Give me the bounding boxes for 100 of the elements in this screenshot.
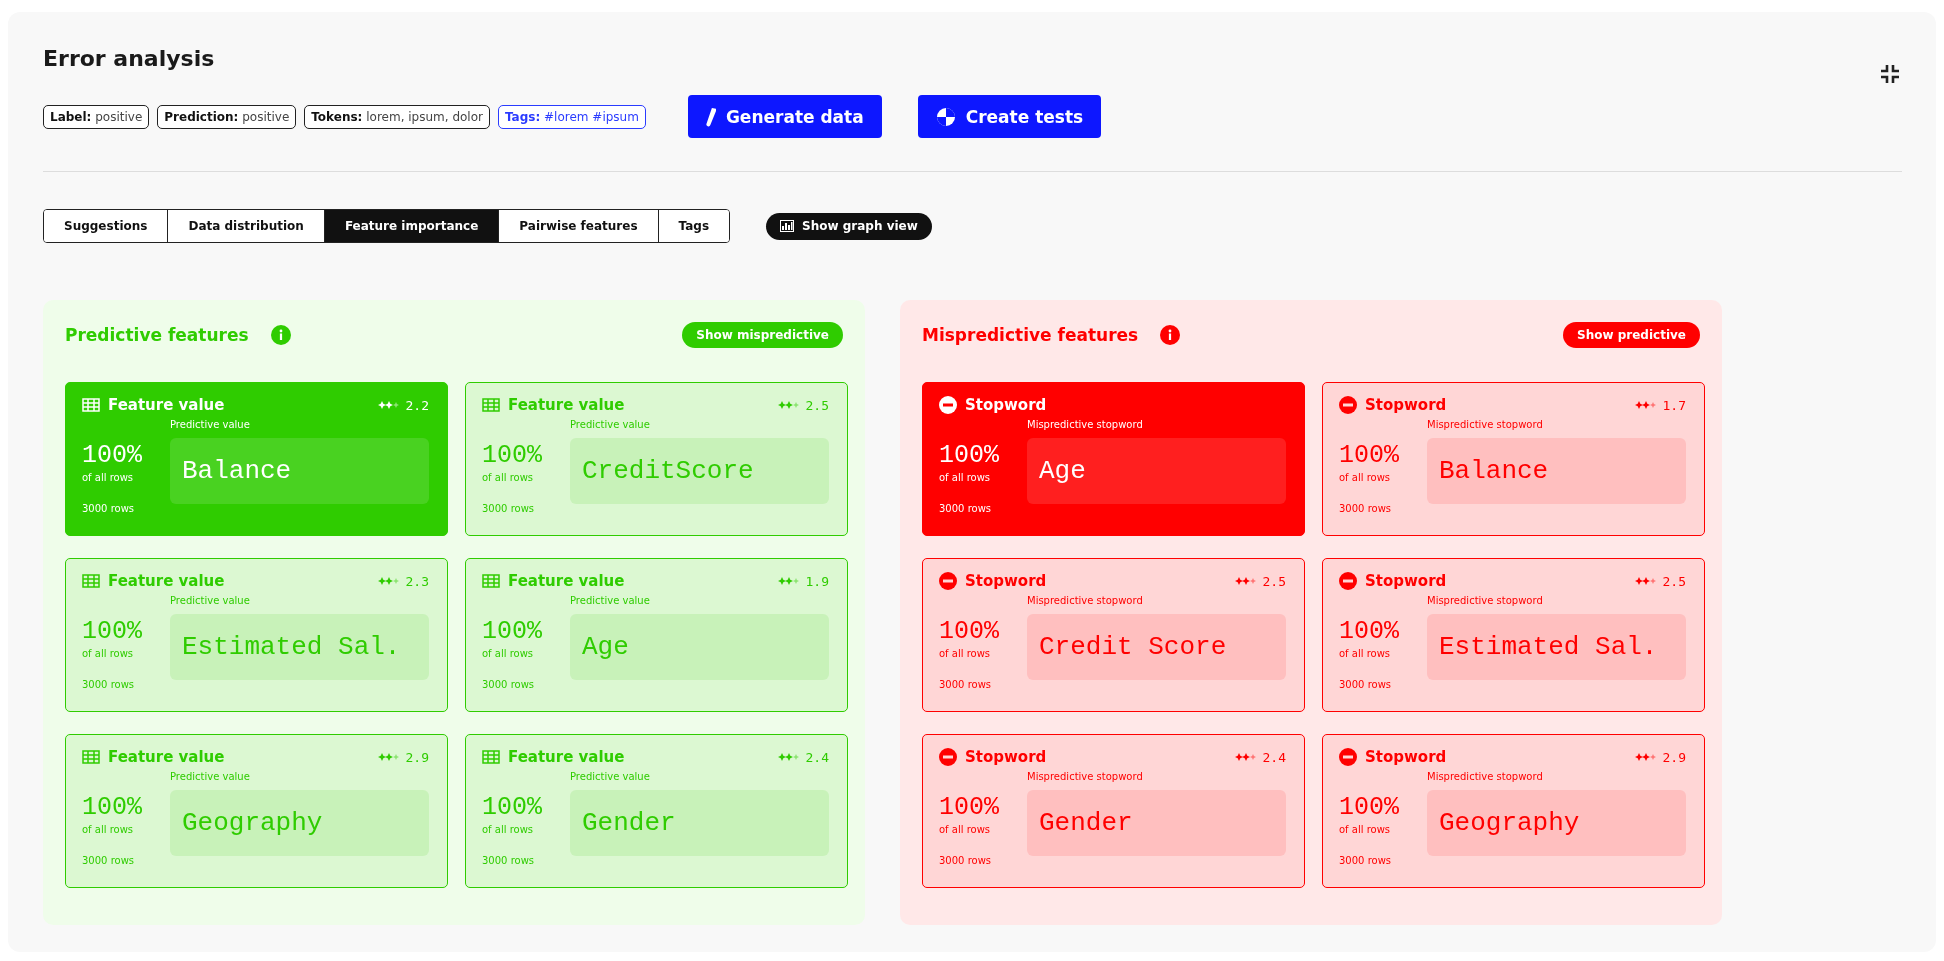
feature-card[interactable]: Stopword 100% of all rows 3000 rows Mispredictive stopword Age	[922, 382, 1305, 536]
importance-score: 2.4	[1262, 749, 1286, 765]
feature-value: Estimated Sal.	[1427, 614, 1686, 680]
panel-title: Mispredictive features	[922, 325, 1139, 345]
toggle-button[interactable]: Show mispredictive	[682, 322, 843, 348]
row-count: 3000 rows	[939, 679, 993, 690]
feature-value: Credit Score	[1027, 614, 1286, 680]
feature-card[interactable]: Stopword 2.4 100% of all rows 3000 rows Mispredictive stopword Gender	[922, 734, 1305, 888]
feature-value: Balance	[1427, 438, 1686, 504]
tag-chip[interactable]: Tags: #lorem #ipsum	[497, 104, 646, 129]
feature-value: Age	[1027, 438, 1286, 504]
value-label: Predictive value	[170, 595, 251, 606]
table-icon	[82, 750, 100, 764]
row-count: 3000 rows	[82, 855, 136, 866]
sparkle-icon	[777, 401, 800, 409]
page-title: Error analysis	[43, 46, 215, 71]
percentage-caption: of all rows	[82, 824, 135, 835]
percentage: 100%	[482, 441, 543, 470]
feature-value: CreditScore	[570, 438, 829, 504]
importance-score: 2.3	[405, 573, 429, 589]
toggle-button[interactable]: Show predictive	[1563, 322, 1700, 348]
feature-value: Geography	[170, 790, 429, 856]
no-entry-icon	[939, 396, 957, 414]
sparkle-icon	[777, 753, 800, 761]
feature-card[interactable]: Stopword 1.7 100% of all rows 3000 rows Mispredictive stopword Balance	[1322, 382, 1705, 536]
row-count: 3000 rows	[82, 503, 136, 514]
percentage: 100%	[939, 441, 1000, 470]
graph-view-button[interactable]: Show graph view	[766, 212, 932, 240]
percentage-caption: of all rows	[939, 648, 992, 659]
feature-value: Gender	[570, 790, 829, 856]
value-label: Mispredictive stopword	[1427, 595, 1544, 606]
value-label: Predictive value	[570, 771, 651, 782]
feature-card[interactable]: Stopword 2.5 100% of all rows 3000 rows Mispredictive stopword Estimated Sal.	[1322, 558, 1705, 712]
sparkle-icon	[377, 753, 400, 761]
sparkle-icon	[377, 401, 400, 409]
info-icon[interactable]	[270, 325, 291, 345]
importance-score: 1.7	[1662, 397, 1686, 413]
value-label: Predictive value	[570, 419, 651, 430]
value-label: Mispredictive stopword	[1427, 419, 1544, 430]
feature-value: Age	[570, 614, 829, 680]
table-icon	[82, 398, 100, 412]
card-title: Feature value	[508, 748, 625, 766]
feature-card[interactable]: Feature value 2.2 100% of all rows 3000 rows Predictive value Balance	[65, 382, 448, 536]
percentage: 100%	[1339, 793, 1400, 822]
sparkle-icon	[1634, 577, 1657, 585]
collapse-icon[interactable]	[1880, 64, 1900, 84]
row-count: 3000 rows	[1339, 855, 1393, 866]
create-tests-button[interactable]: Create tests	[917, 95, 1102, 138]
sparkle-icon	[377, 577, 400, 585]
chart-icon	[780, 220, 795, 232]
importance-score: 2.4	[805, 749, 829, 765]
sparkle-icon	[1234, 577, 1257, 585]
value-label: Mispredictive stopword	[1027, 595, 1144, 606]
row-count: 3000 rows	[1339, 679, 1393, 690]
panel-title: Predictive features	[65, 325, 249, 345]
importance-score: 2.2	[405, 397, 429, 413]
value-label: Mispredictive stopword	[1027, 419, 1144, 430]
generate-data-button[interactable]: Generate data	[687, 95, 882, 138]
filter-chip[interactable]: Label: positive	[43, 104, 150, 129]
table-icon	[482, 574, 500, 588]
table-icon	[482, 398, 500, 412]
percentage: 100%	[939, 793, 1000, 822]
card-title: Stopword	[1365, 572, 1447, 590]
percentage-caption: of all rows	[939, 472, 992, 483]
feature-value: Gender	[1027, 790, 1286, 856]
card-title: Feature value	[108, 396, 225, 414]
percentage-caption: of all rows	[482, 648, 535, 659]
no-entry-icon	[1339, 748, 1357, 766]
importance-score: 2.5	[1262, 573, 1286, 589]
row-count: 3000 rows	[482, 503, 536, 514]
table-icon	[82, 574, 100, 588]
percentage-caption: of all rows	[939, 824, 992, 835]
feature-card[interactable]: Stopword 2.9 100% of all rows 3000 rows Mispredictive stopword Geography	[1322, 734, 1705, 888]
value-label: Mispredictive stopword	[1427, 771, 1544, 782]
feature-value: Geography	[1427, 790, 1686, 856]
info-icon[interactable]	[1160, 325, 1181, 345]
card-title: Stopword	[1365, 396, 1447, 414]
percentage: 100%	[82, 617, 143, 646]
percentage: 100%	[939, 617, 1000, 646]
tab[interactable]: Feature importance	[323, 210, 499, 242]
percentage-caption: of all rows	[1339, 472, 1392, 483]
sparkle-icon	[777, 577, 800, 585]
no-entry-icon	[1339, 396, 1357, 414]
sparkle-icon	[1634, 753, 1657, 761]
filter-chip[interactable]: Prediction: positive	[157, 104, 297, 129]
percentage-caption: of all rows	[1339, 648, 1392, 659]
card-title: Feature value	[508, 572, 625, 590]
row-count: 3000 rows	[939, 503, 993, 514]
importance-score: 2.9	[1662, 749, 1686, 765]
percentage: 100%	[82, 441, 143, 470]
percentage: 100%	[1339, 617, 1400, 646]
percentage: 100%	[482, 793, 543, 822]
importance-score: 1.9	[805, 573, 829, 589]
card-title: Feature value	[108, 572, 225, 590]
filter-chip[interactable]: Tokens: lorem, ipsum, dolor	[304, 104, 490, 129]
card-title: Stopword	[965, 572, 1047, 590]
percentage-caption: of all rows	[1339, 824, 1392, 835]
importance-score: 2.9	[405, 749, 429, 765]
feature-card[interactable]: Stopword 2.5 100% of all rows 3000 rows Mispredictive stopword Credit Score	[922, 558, 1305, 712]
tab[interactable]: Tags	[657, 210, 730, 242]
